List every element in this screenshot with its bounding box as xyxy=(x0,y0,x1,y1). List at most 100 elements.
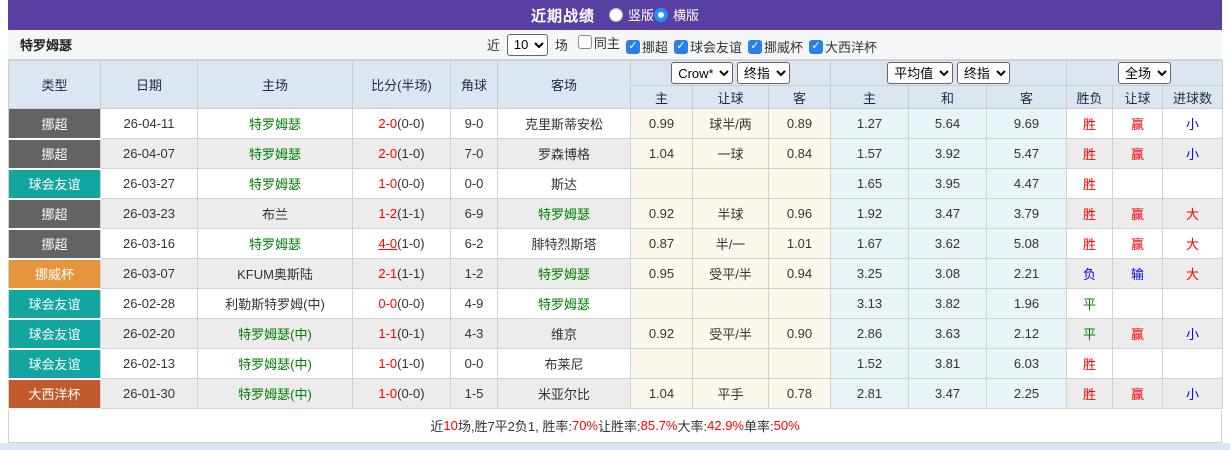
avg-draw-odds: 3.62 xyxy=(908,228,987,259)
filter-checkbox-item[interactable]: 大西洋杯 xyxy=(808,37,877,56)
halftime-score: (1-1) xyxy=(397,266,425,281)
subcol-result-wdl: 胜负 xyxy=(1066,85,1114,109)
summary-stat-label: 大率: xyxy=(677,419,708,434)
summary-stat-value: 10 xyxy=(443,418,458,433)
radio-icon[interactable] xyxy=(654,7,668,22)
away-team: 特罗姆瑟 xyxy=(497,258,631,289)
away-team: 维京 xyxy=(497,318,631,349)
away-team: 特罗姆瑟 xyxy=(497,198,631,229)
corners: 4-9 xyxy=(450,288,498,319)
result-wdl: 胜 xyxy=(1066,138,1114,169)
avg-away-odds: 6.03 xyxy=(985,348,1068,379)
corners: 7-0 xyxy=(450,138,498,169)
match-date: 26-02-20 xyxy=(100,318,198,349)
hcp-away-odds: 0.90 xyxy=(768,318,831,349)
avg-draw-odds: 3.82 xyxy=(908,288,987,319)
average-select[interactable]: 平均值 xyxy=(887,62,954,84)
filter-checkbox-item[interactable]: 挪威杯 xyxy=(747,37,803,56)
avg-draw-odds: 3.47 xyxy=(908,378,987,409)
summary-stat-value: 85.7% xyxy=(640,418,678,433)
checkbox-label: 挪威杯 xyxy=(763,40,803,56)
result-handicap: 赢 xyxy=(1112,108,1164,139)
fulltime-score[interactable]: 4-0 xyxy=(378,236,397,251)
result-handicap xyxy=(1112,348,1164,379)
checkbox-icon[interactable] xyxy=(747,39,762,54)
match-row: 挪超 26-03-16 特罗姆瑟 4-0(1-0) 6-2 腓特烈斯塔 0.87 半/一 1.0… xyxy=(8,228,1224,260)
fulltime-select[interactable]: 全场 xyxy=(1118,62,1172,84)
match-row: 球会友谊 26-03-27 特罗姆瑟 1-0(0-0) 0-0 斯达 1.65 3.95 4.4… xyxy=(8,168,1224,200)
hcp-away-odds: 0.96 xyxy=(768,198,831,229)
avg-away-odds: 9.69 xyxy=(985,108,1068,139)
avg-home-odds: 1.52 xyxy=(830,348,909,379)
halftime-score: (0-0) xyxy=(397,116,425,131)
summary-stat-value: 50% xyxy=(773,418,800,433)
halftime-score: (0-0) xyxy=(397,296,425,311)
result-handicap: 赢 xyxy=(1112,198,1164,229)
checkbox-icon[interactable] xyxy=(673,39,688,54)
match-score: 1-0(0-0) xyxy=(352,168,451,199)
fulltime-score: 1-0 xyxy=(378,386,398,401)
radio-icon[interactable] xyxy=(608,7,623,22)
filter-checkbox-item[interactable]: 同主 xyxy=(577,33,620,52)
result-wdl: 平 xyxy=(1066,288,1114,319)
filter-checkbox-item[interactable]: 挪超 xyxy=(625,37,668,56)
result-handicap: 赢 xyxy=(1112,318,1164,349)
hcp-line xyxy=(692,348,769,379)
away-team: 米亚尔比 xyxy=(497,378,631,409)
avg-draw-odds: 3.08 xyxy=(908,258,987,289)
halftime-score: (0-1) xyxy=(397,326,425,341)
match-score: 2-1(1-1) xyxy=(352,258,451,289)
match-row: 球会友谊 26-02-13 特罗姆瑟(中) 1-0(1-0) 0-0 布莱尼 1.52 3.8… xyxy=(8,348,1224,380)
average-stage-select[interactable]: 终指 xyxy=(956,62,1010,84)
match-score: 1-0(0-0) xyxy=(352,378,451,409)
away-team: 布莱尼 xyxy=(497,348,631,379)
hcp-line xyxy=(692,288,769,319)
match-type-badge: 球会友谊 xyxy=(8,318,101,350)
result-goals: 小 xyxy=(1162,108,1224,139)
panel-header: 近期战绩 竖版 横版 xyxy=(8,0,1222,30)
fulltime-score: 1-1 xyxy=(378,326,398,341)
avg-home-odds: 2.81 xyxy=(830,378,909,409)
hcp-line xyxy=(692,168,769,199)
recent-count-select[interactable]: 10 xyxy=(506,33,548,56)
home-team: 特罗姆瑟(中) xyxy=(197,318,353,349)
home-team: KFUM奥斯陆 xyxy=(197,258,353,289)
result-goals xyxy=(1162,348,1224,379)
col-header-date: 日期 xyxy=(100,60,198,109)
subcol-avg-draw: 和 xyxy=(908,85,987,109)
subcol-result-goals: 进球数 xyxy=(1162,85,1224,109)
home-team: 特罗姆瑟 xyxy=(197,168,353,199)
corners: 1-5 xyxy=(450,378,498,409)
layout-radio-unchecked[interactable]: 竖版 xyxy=(608,5,654,24)
hcp-away-odds xyxy=(768,348,831,379)
match-row: 球会友谊 26-02-20 特罗姆瑟(中) 1-1(0-1) 4-3 维京 0.92 受平/半… xyxy=(8,318,1224,350)
checkbox-icon[interactable] xyxy=(808,39,823,54)
avg-draw-odds: 3.81 xyxy=(908,348,987,379)
match-date: 26-03-23 xyxy=(100,198,198,229)
checkbox-icon[interactable] xyxy=(577,35,592,50)
layout-radio-checked[interactable]: 横版 xyxy=(654,5,699,24)
match-date: 26-04-11 xyxy=(100,108,198,139)
checkbox-icon[interactable] xyxy=(625,39,640,54)
hcp-home-odds xyxy=(630,168,693,199)
corners: 4-3 xyxy=(450,318,498,349)
bookmaker-select[interactable]: Crow* xyxy=(671,62,734,84)
summary-stat-value: 42.9% xyxy=(707,418,744,433)
corners: 0-0 xyxy=(450,348,498,379)
avg-away-odds: 2.25 xyxy=(985,378,1068,409)
handicap-stage-select[interactable]: 终指 xyxy=(736,62,790,84)
avg-home-odds: 2.86 xyxy=(830,318,909,349)
away-team: 克里斯蒂安松 xyxy=(497,108,631,139)
filter-checkbox-item[interactable]: 球会友谊 xyxy=(673,37,742,56)
col-header-home: 主场 xyxy=(197,60,353,109)
result-goals: 大 xyxy=(1162,258,1224,289)
avg-away-odds: 2.12 xyxy=(985,318,1068,349)
match-type-badge: 球会友谊 xyxy=(8,168,101,200)
summary-stat-label: 让胜率: xyxy=(598,419,641,434)
hcp-home-odds: 0.95 xyxy=(630,258,693,289)
fulltime-score: 1-0 xyxy=(378,356,398,371)
avg-home-odds: 3.25 xyxy=(830,258,909,289)
avg-away-odds: 2.21 xyxy=(985,258,1068,289)
avg-home-odds: 3.13 xyxy=(830,288,909,319)
hcp-line: 半球 xyxy=(692,198,769,229)
